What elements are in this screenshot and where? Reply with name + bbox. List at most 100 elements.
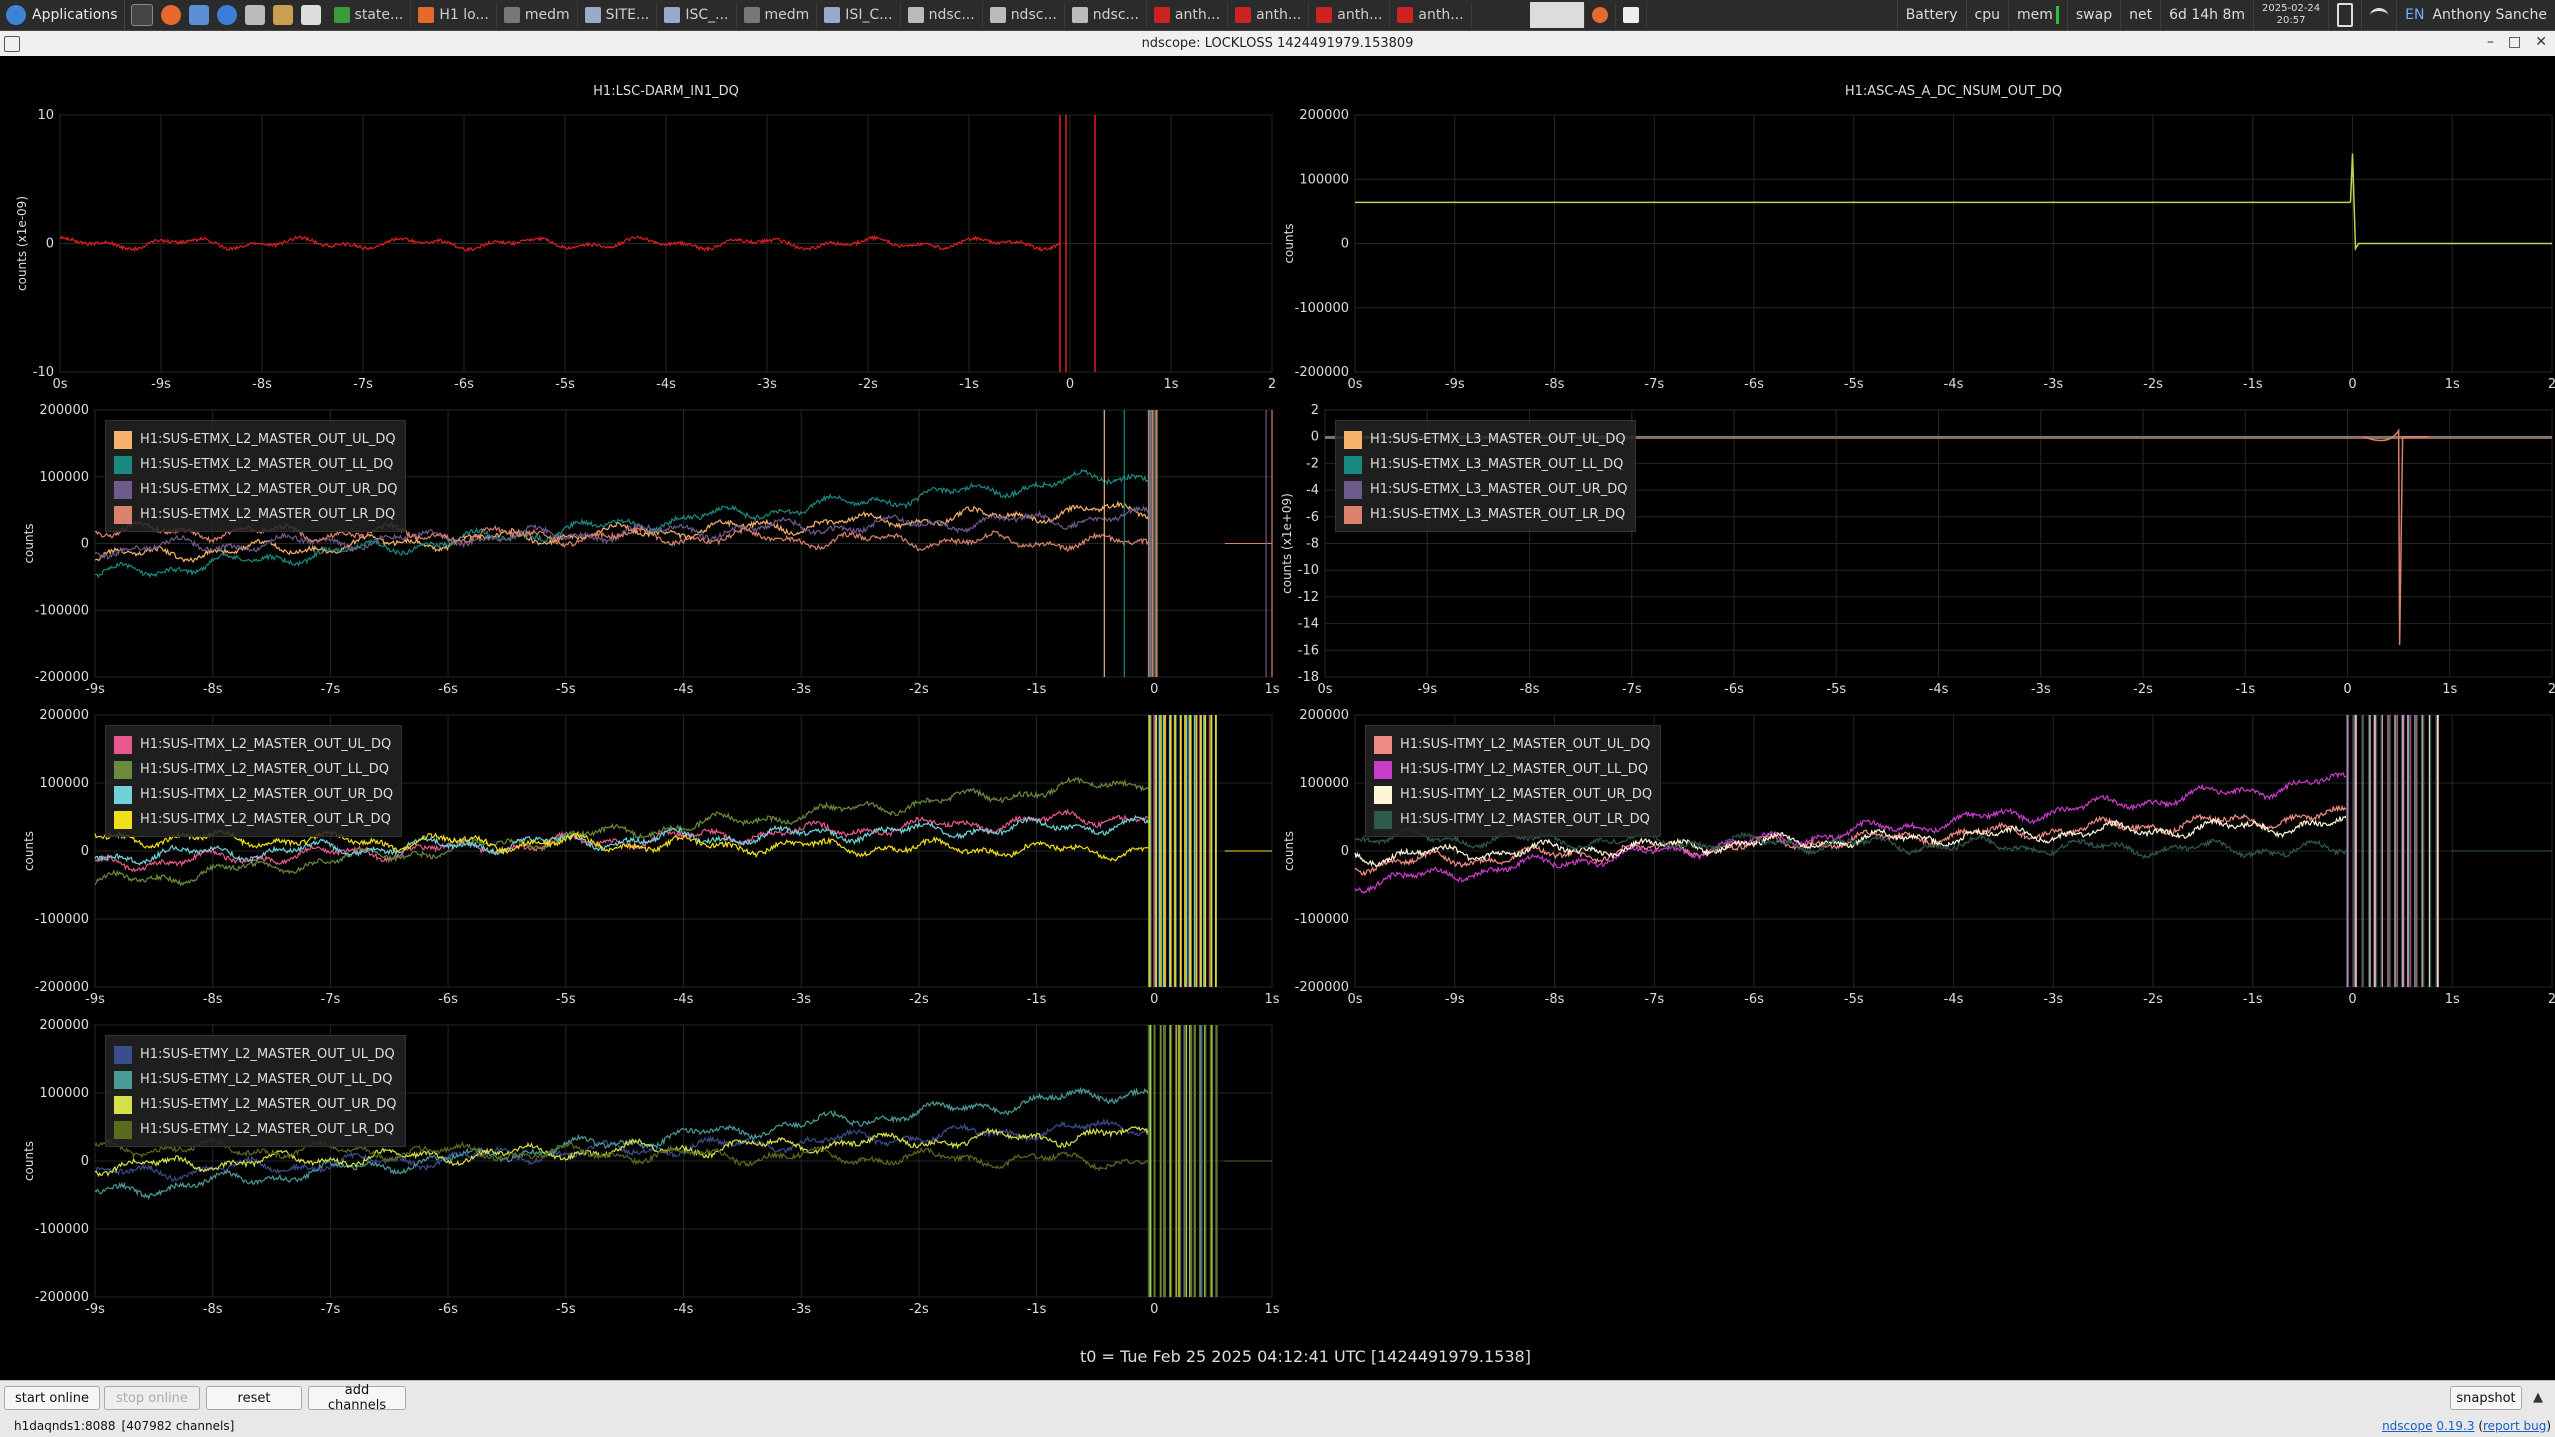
legend-label: H1:SUS-ETMX_L2_MASTER_OUT_LL_DQ: [140, 457, 394, 472]
taskbar-task[interactable]: ndsc...: [983, 2, 1065, 28]
task-label: H1 lo...: [439, 7, 489, 23]
legend-item[interactable]: H1:SUS-ETMX_L3_MASTER_OUT_LR_DQ: [1344, 502, 1627, 527]
plot-canvas[interactable]: 100-100s -9s -8s -7s -6s -5s -4s -3s -2s -1s 0 1s 2c…: [0, 107, 1276, 402]
collapse-icon[interactable]: ▲: [2533, 1390, 2543, 1405]
plot-panel-etmx_l3[interactable]: 2 0 -2 -4 -6 -8 -10 -12 -14 -16 -18 0s -9s -8s -7s -6s -…: [1275, 402, 2555, 707]
legend-item[interactable]: H1:SUS-ITMY_L2_MASTER_OUT_UR_DQ: [1374, 782, 1652, 807]
legend-item[interactable]: H1:SUS-ITMX_L2_MASTER_OUT_LL_DQ: [114, 757, 393, 782]
files-launcher-icon[interactable]: [188, 5, 209, 25]
mem-indicator[interactable]: mem: [2008, 0, 2067, 30]
taskbar-task[interactable]: H1 lo...: [411, 2, 497, 28]
legend-item[interactable]: H1:SUS-ETMY_L2_MASTER_OUT_UR_DQ: [114, 1092, 397, 1117]
y-tick-label: -200000: [35, 670, 89, 685]
task-label: medm: [524, 7, 570, 23]
legend-item[interactable]: H1:SUS-ETMX_L3_MASTER_OUT_LL_DQ: [1344, 452, 1627, 477]
task-firefox[interactable]: [1585, 2, 1616, 28]
y-tick-label: 100000: [39, 776, 89, 791]
task-list: state... H1 lo... medm SITE... ISC_... medm IS…: [327, 0, 1530, 30]
share-launcher-icon[interactable]: [244, 5, 265, 25]
legend-swatch: [1344, 480, 1362, 499]
legend-item[interactable]: H1:SUS-ETMX_L3_MASTER_OUT_UL_DQ: [1344, 427, 1627, 452]
taskbar-task[interactable]: anth...: [1309, 2, 1391, 28]
task-active-window[interactable]: [1529, 2, 1585, 28]
window-titlebar[interactable]: ndscope: LOCKLOSS 1424491979.153809 – □ …: [0, 31, 2555, 56]
legend[interactable]: H1:SUS-ITMY_L2_MASTER_OUT_UL_DQ H1:SUS-IT…: [1365, 725, 1662, 837]
legend[interactable]: H1:SUS-ETMY_L2_MASTER_OUT_UL_DQ H1:SUS-ET…: [105, 1035, 406, 1147]
taskbar-task[interactable]: anth...: [1390, 2, 1472, 28]
legend-item[interactable]: H1:SUS-ITMX_L2_MASTER_OUT_LR_DQ: [114, 807, 393, 832]
taskbar-task[interactable]: medm: [737, 2, 818, 28]
battery-indicator[interactable]: Battery: [1896, 0, 1966, 30]
legend[interactable]: H1:SUS-ETMX_L3_MASTER_OUT_UL_DQ H1:SUS-ET…: [1335, 420, 1637, 532]
legend-item[interactable]: H1:SUS-ETMX_L2_MASTER_OUT_LL_DQ: [114, 452, 397, 477]
legend[interactable]: H1:SUS-ETMX_L2_MASTER_OUT_UL_DQ H1:SUS-ET…: [105, 420, 407, 532]
taskbar-task[interactable]: anth...: [1228, 2, 1310, 28]
legend-item[interactable]: H1:SUS-ETMY_L2_MASTER_OUT_UL_DQ: [114, 1042, 397, 1067]
snapshot-button[interactable]: snapshot: [2450, 1386, 2522, 1410]
user-menu[interactable]: Anthony Sanche: [2432, 0, 2555, 30]
keyboard-layout[interactable]: EN: [2396, 0, 2432, 30]
plot-panel-itmx_l2[interactable]: 200000 100000 0 -100000 -200000 -9s -8s -7s -6s -…: [0, 707, 1280, 1017]
terminal-launcher-icon[interactable]: [130, 4, 153, 26]
y-tick-label: 100000: [39, 1086, 89, 1101]
version-link[interactable]: 0.19.3: [2436, 1419, 2474, 1433]
legend-swatch: [114, 505, 132, 524]
legend-item[interactable]: H1:SUS-ETMX_L2_MASTER_OUT_LR_DQ: [114, 502, 397, 527]
legend-item[interactable]: H1:SUS-ITMY_L2_MASTER_OUT_UL_DQ: [1374, 732, 1652, 757]
legend-item[interactable]: H1:SUS-ETMY_L2_MASTER_OUT_LL_DQ: [114, 1067, 397, 1092]
network-icon[interactable]: [2361, 0, 2396, 30]
app-link[interactable]: ndscope: [2382, 1419, 2432, 1433]
clock[interactable]: 2025-02-24 20:57: [2253, 0, 2328, 30]
plot-canvas[interactable]: 200000 100000 0 -100000 -2000000s -9s -8s -7s -6…: [1275, 107, 2555, 402]
report-bug-link[interactable]: report bug: [2483, 1419, 2546, 1433]
taskbar-task[interactable]: medm: [497, 2, 578, 28]
task-window[interactable]: [1616, 2, 1647, 28]
plot-panel-etmx_l2[interactable]: 200000 100000 0 -100000 -200000 -9s -8s -7s -6s -…: [0, 402, 1280, 707]
plot-panel-etmy_l2[interactable]: 200000 100000 0 -100000 -200000 -9s -8s -7s -6s -…: [0, 1017, 1280, 1327]
taskbar-task[interactable]: anth...: [1147, 2, 1229, 28]
maximize-icon[interactable]: □: [2508, 34, 2521, 50]
taskbar-task[interactable]: state...: [327, 2, 412, 28]
tools-launcher-icon[interactable]: [272, 5, 293, 25]
stop-online-button[interactable]: stop online: [104, 1386, 200, 1410]
x-tick-label: -4s: [656, 377, 676, 392]
taskbar-task[interactable]: ISC_...: [657, 2, 737, 28]
x-tick-label: -8s: [1520, 682, 1540, 697]
legend-item[interactable]: H1:SUS-ITMY_L2_MASTER_OUT_LL_DQ: [1374, 757, 1652, 782]
taskbar-task[interactable]: SITE...: [578, 2, 658, 28]
taskbar-task[interactable]: ndsc...: [1065, 2, 1147, 28]
close-icon[interactable]: ✕: [2535, 34, 2547, 50]
start-online-button[interactable]: start online: [4, 1386, 100, 1410]
plot-panel-darm[interactable]: H1:LSC-DARM_IN1_DQ 10 0 -10 0s -9s -8s -7s -6s -5…: [0, 57, 1276, 402]
battery-icon[interactable]: [2328, 0, 2361, 30]
legend-item[interactable]: H1:SUS-ETMY_L2_MASTER_OUT_LR_DQ: [114, 1117, 397, 1142]
plot-area[interactable]: H1:LSC-DARM_IN1_DQ 10 0 -10 0s -9s -8s -7s -6s -5…: [0, 57, 2555, 1380]
x-tick-label: -6s: [438, 992, 458, 1007]
legend-item[interactable]: H1:SUS-ITMY_L2_MASTER_OUT_LR_DQ: [1374, 807, 1652, 832]
legend-item[interactable]: H1:SUS-ITMX_L2_MASTER_OUT_UL_DQ: [114, 732, 393, 757]
task-label: ISI_C...: [845, 7, 893, 23]
firefox-launcher-icon[interactable]: [160, 5, 181, 25]
applications-menu[interactable]: Applications: [0, 0, 124, 30]
chrome-launcher-icon[interactable]: [216, 5, 237, 25]
notes-launcher-icon[interactable]: [300, 5, 321, 25]
legend-item[interactable]: H1:SUS-ETMX_L3_MASTER_OUT_UR_DQ: [1344, 477, 1627, 502]
plot-panel-itmy_l2[interactable]: 200000 100000 0 -100000 -200000 0s -9s -8s -7s -6…: [1275, 707, 2555, 1017]
add-channels-button[interactable]: add channels: [308, 1383, 406, 1413]
plot-panel-asc[interactable]: H1:ASC-AS_A_DC_NSUM_OUT_DQ 200000 100000 0 -…: [1275, 57, 2555, 402]
cpu-indicator[interactable]: cpu: [1965, 0, 2008, 30]
y-tick-label: -100000: [1295, 912, 1349, 927]
window-icon: [1622, 7, 1639, 23]
legend[interactable]: H1:SUS-ITMX_L2_MASTER_OUT_UL_DQ H1:SUS-IT…: [105, 725, 403, 837]
y-axis-label: counts: [22, 523, 36, 563]
legend-item[interactable]: H1:SUS-ITMX_L2_MASTER_OUT_UR_DQ: [114, 782, 393, 807]
legend-item[interactable]: H1:SUS-ETMX_L2_MASTER_OUT_UL_DQ: [114, 427, 397, 452]
minimize-icon[interactable]: –: [2487, 34, 2494, 50]
taskbar-task[interactable]: ISI_C...: [817, 2, 901, 28]
legend-item[interactable]: H1:SUS-ETMX_L2_MASTER_OUT_UR_DQ: [114, 477, 397, 502]
window-menu-icon[interactable]: [4, 36, 20, 52]
swap-indicator[interactable]: swap: [2066, 0, 2120, 30]
net-indicator[interactable]: net: [2120, 0, 2160, 30]
reset-button[interactable]: reset: [206, 1386, 302, 1410]
taskbar-task[interactable]: ndsc...: [901, 2, 983, 28]
